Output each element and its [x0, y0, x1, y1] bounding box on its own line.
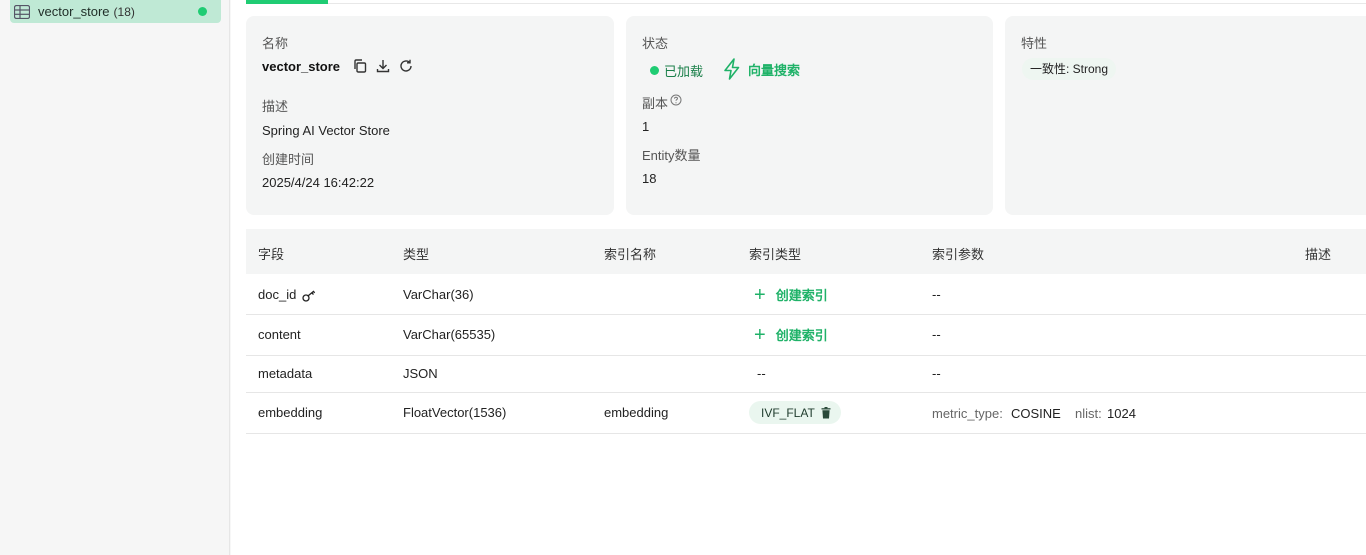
replica-label: 副本: [642, 96, 669, 111]
header-index-name: 索引名称: [604, 247, 657, 262]
loaded-status-badge: 已加载: [650, 61, 703, 80]
collection-name: vector_store: [38, 4, 110, 19]
sidebar: vector_store (18): [0, 0, 230, 555]
field-type: VarChar(65535): [403, 327, 496, 342]
index-type-badge: IVF_FLAT: [749, 401, 841, 424]
header-description: 描述: [1305, 247, 1332, 262]
create-index-button[interactable]: + 创建索引: [754, 323, 828, 346]
table-icon: [14, 4, 30, 19]
status-dot: [650, 66, 659, 75]
field-name: content: [258, 327, 301, 342]
table-row: embedding FloatVector(1536) embedding IV…: [246, 393, 1366, 434]
index-type-label: IVF_FLAT: [761, 405, 815, 420]
header-index-type: 索引类型: [749, 247, 802, 262]
field-name-text: doc_id: [258, 287, 297, 302]
param-nlist-value: 1024: [1107, 406, 1136, 421]
table-header: 字段 类型 索引名称 索引类型 索引参数 描述: [246, 229, 1366, 274]
schema-table: 字段 类型 索引名称 索引类型 索引参数 描述 doc_id VarChar(3…: [246, 229, 1366, 434]
main-panel: 名称 vector_store 描述 Spring AI Vector Stor…: [231, 0, 1366, 555]
help-icon[interactable]: [670, 94, 682, 106]
header-field: 字段: [258, 247, 285, 262]
active-tab-indicator[interactable]: [246, 0, 328, 4]
loaded-text: 已加载: [664, 64, 704, 79]
entity-count-label: Entity数量: [642, 148, 701, 163]
info-card-features: 特性 一致性: Strong: [1005, 16, 1366, 215]
status-label: 状态: [642, 36, 669, 51]
features-label: 特性: [1021, 36, 1048, 51]
field-type: VarChar(36): [403, 287, 474, 302]
create-index-label: 创建索引: [775, 328, 828, 343]
loaded-status-dot: [198, 7, 207, 16]
lightning-icon: [724, 58, 740, 80]
consistency-badge: 一致性: Strong: [1022, 58, 1117, 80]
download-icon[interactable]: [375, 58, 391, 74]
param-metric-type-key: metric_type:: [932, 406, 1003, 421]
refresh-icon[interactable]: [398, 58, 414, 74]
field-type: FloatVector(1536): [403, 405, 507, 420]
info-card-basic: 名称 vector_store 描述 Spring AI Vector Stor…: [246, 16, 614, 215]
index-params: --: [932, 366, 941, 381]
create-index-button[interactable]: + 创建索引: [754, 283, 828, 306]
table-row: doc_id VarChar(36) + 创建索引 --: [246, 274, 1366, 315]
plus-icon: +: [754, 323, 766, 346]
info-card-status: 状态 已加载 向量搜索 副本 1 Entity数量 18: [626, 16, 993, 215]
trash-icon[interactable]: [821, 406, 831, 419]
vector-search-label: 向量搜索: [748, 62, 801, 78]
plus-icon: +: [754, 283, 766, 306]
table-row: content VarChar(65535) + 创建索引 --: [246, 315, 1366, 356]
field-name: embedding: [258, 405, 323, 420]
create-index-label: 创建索引: [775, 288, 828, 303]
index-name: embedding: [604, 405, 669, 420]
primary-key-icon: [302, 290, 316, 302]
created-time-value: 2025/4/24 16:42:22: [262, 175, 375, 190]
index-params: --: [932, 327, 941, 342]
field-name: metadata: [258, 366, 313, 381]
description-value: Spring AI Vector Store: [262, 123, 390, 138]
header-type: 类型: [403, 247, 430, 262]
field-name: doc_id: [258, 287, 316, 302]
index-type: --: [757, 366, 766, 381]
collection-title: vector_store: [262, 59, 341, 74]
copy-icon[interactable]: [352, 58, 368, 74]
created-time-label: 创建时间: [262, 152, 315, 167]
index-params: --: [932, 287, 941, 302]
replica-value: 1: [642, 119, 650, 134]
name-label: 名称: [262, 36, 289, 51]
sidebar-item-vector-store[interactable]: vector_store (18): [10, 0, 221, 23]
table-row: metadata JSON -- --: [246, 356, 1366, 393]
collection-count: (18): [113, 4, 135, 19]
vector-search-link[interactable]: 向量搜索: [722, 58, 800, 80]
param-metric-type-value: COSINE: [1011, 406, 1061, 421]
param-nlist-key: nlist:: [1075, 406, 1102, 421]
field-type: JSON: [403, 366, 438, 381]
header-index-params: 索引参数: [932, 247, 985, 262]
description-label: 描述: [262, 99, 289, 114]
entity-count-value: 18: [642, 171, 657, 186]
tab-bar: [246, 0, 1366, 4]
